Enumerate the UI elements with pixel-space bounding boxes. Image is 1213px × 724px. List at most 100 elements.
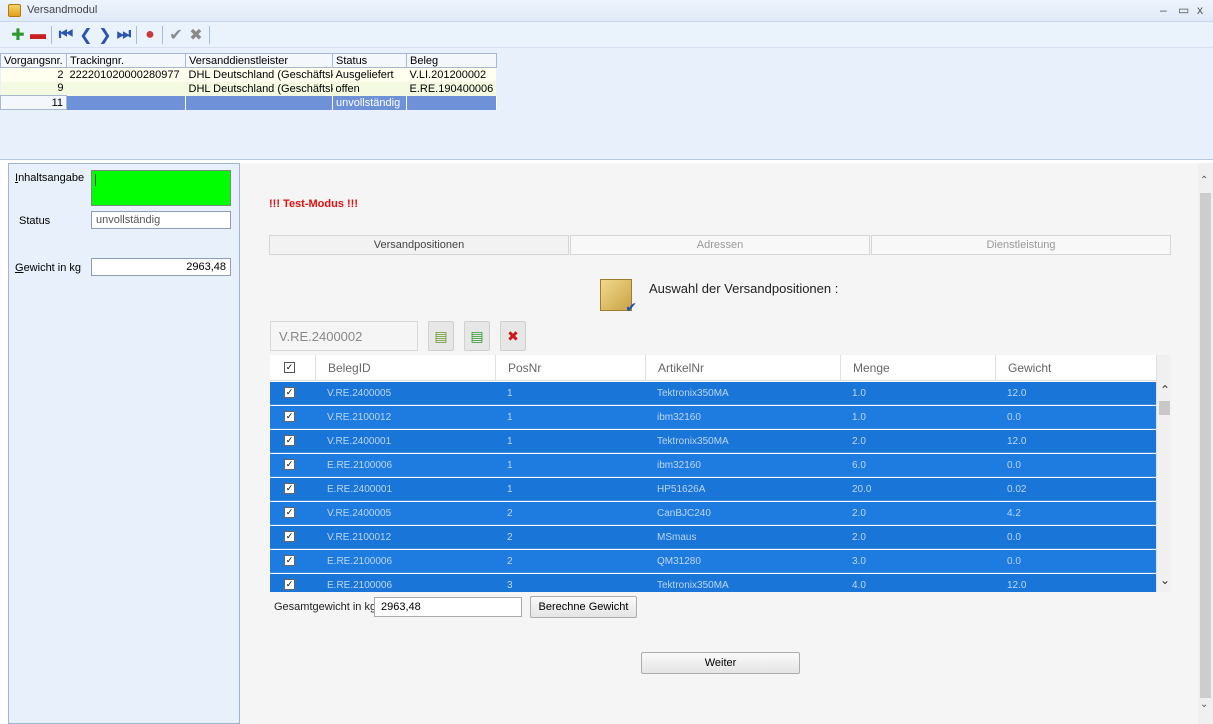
toolbar-separator: [209, 26, 210, 44]
beleg-input[interactable]: V.RE.2400002: [270, 321, 418, 351]
grid-header: ✓ BelegID PosNr ArtikelNr Menge Gewicht: [270, 355, 1156, 381]
cell-posnr: 1: [507, 388, 513, 399]
add-position-button[interactable]: ▤: [428, 321, 454, 351]
select-all-cell[interactable]: ✓: [270, 355, 315, 381]
row-checkbox[interactable]: ✓: [284, 531, 295, 542]
close-button[interactable]: x: [1197, 3, 1203, 17]
cell-artikelnr: Tektronix350MA: [657, 436, 729, 447]
column-header-trackingnr[interactable]: Trackingnr.: [66, 53, 186, 68]
scroll-thumb[interactable]: [1200, 193, 1211, 698]
prev-button[interactable]: ❮: [76, 24, 96, 46]
column-header-versanddienstleister[interactable]: Versanddienstleister: [185, 53, 333, 68]
column-header-belegid[interactable]: BelegID: [315, 355, 495, 381]
gesamtgewicht-field[interactable]: 2963,48: [374, 597, 522, 617]
grid-row[interactable]: ✓ E.RE.2400001 1 HP51626A 20.0 0.02: [270, 478, 1156, 501]
cell-gewicht: 12.0: [1007, 388, 1027, 399]
prev-icon: ❮: [79, 27, 93, 44]
grid-row[interactable]: ✓ V.RE.2100012 2 MSmaus 2.0 0.0: [270, 526, 1156, 549]
status-field[interactable]: unvollständig: [91, 211, 231, 229]
row-checkbox[interactable]: ✓: [284, 579, 295, 590]
inhaltsangabe-field[interactable]: [91, 170, 231, 206]
tab-versandpositionen[interactable]: Versandpositionen: [269, 235, 569, 255]
add-all-button[interactable]: ▤: [464, 321, 490, 351]
delete-position-button[interactable]: ✖: [500, 321, 526, 351]
detail-panel: Inhaltsangabe Status unvollständig Gewic…: [8, 163, 240, 724]
row-checkbox[interactable]: ✓: [284, 459, 295, 470]
gesamtgewicht-label: Gesamtgewicht in kg: [274, 601, 377, 613]
column-header-vorgangsnr[interactable]: Vorgangsnr.: [0, 53, 67, 68]
cell-belegid: E.RE.2100006: [327, 460, 393, 471]
cell-trackingnr: 222201020000280977: [66, 67, 186, 82]
first-button[interactable]: ⏮: [56, 24, 76, 46]
gewicht-field[interactable]: 2963,48: [91, 258, 231, 276]
cell-versanddienstleister: DHL Deutschland (Geschäftskun: [185, 81, 333, 96]
scroll-down-icon[interactable]: ⌄: [1200, 699, 1208, 710]
toolbar-separator: [136, 26, 137, 44]
column-header-artikelnr[interactable]: ArtikelNr: [645, 355, 835, 381]
cell-status: unvollständig: [332, 95, 407, 110]
next-button[interactable]: ❯: [95, 24, 115, 46]
column-header-gewicht[interactable]: Gewicht: [995, 355, 1156, 381]
toolbar: ✚ ▬ ⏮ ❮ ❯ ⏭ ● ✔ ✖: [0, 22, 1213, 48]
berechne-gewicht-button[interactable]: Berechne Gewicht: [530, 596, 637, 618]
cancel-button[interactable]: ✖: [186, 24, 206, 46]
cell-versanddienstleister: [185, 95, 333, 110]
row-checkbox[interactable]: ✓: [284, 507, 295, 518]
cell-posnr: 1: [507, 484, 513, 495]
cell-artikelnr: MSmaus: [657, 532, 697, 543]
gewicht-label: Gewicht in kg: [15, 262, 82, 274]
main-scrollbar[interactable]: ⌃ ⌄: [1198, 163, 1213, 724]
grid-row[interactable]: ✓ E.RE.2100006 3 Tektronix350MA 4.0 12.0: [270, 574, 1156, 592]
table-row-selected[interactable]: 11 unvollständig: [0, 95, 497, 110]
window-title: Versandmodul: [27, 4, 98, 16]
scroll-up-icon[interactable]: ⌃: [1160, 383, 1170, 397]
cell-artikelnr: ibm32160: [657, 412, 701, 423]
grid-row[interactable]: ✓ V.RE.2400005 1 Tektronix350MA 1.0 12.0: [270, 382, 1156, 405]
next-icon: ❯: [98, 27, 112, 44]
last-button[interactable]: ⏭: [114, 24, 134, 46]
cell-status: Ausgeliefert: [332, 67, 407, 82]
document-add-icon: ▤: [434, 327, 448, 344]
column-header-beleg[interactable]: Beleg: [406, 53, 497, 68]
column-header-menge[interactable]: Menge: [840, 355, 995, 381]
grid-row[interactable]: ✓ V.RE.2100012 1 ibm32160 1.0 0.0: [270, 406, 1156, 429]
grid-row[interactable]: ✓ V.RE.2400005 2 CanBJC240 2.0 4.2: [270, 502, 1156, 525]
weiter-button[interactable]: Weiter: [641, 652, 800, 674]
toolbar-separator: [51, 26, 52, 44]
scroll-thumb[interactable]: [1159, 401, 1170, 415]
column-header-posnr[interactable]: PosNr: [495, 355, 645, 381]
confirm-button[interactable]: ✔: [166, 24, 186, 46]
grid-row[interactable]: ✓ E.RE.2100006 2 QM31280 3.0 0.0: [270, 550, 1156, 573]
tab-adressen[interactable]: Adressen: [570, 235, 870, 255]
first-icon: ⏮: [58, 26, 74, 43]
cell-trackingnr: [66, 81, 186, 96]
grid-scrollbar[interactable]: ⌃ ⌄: [1156, 355, 1171, 592]
select-all-checkbox[interactable]: ✓: [284, 362, 295, 373]
refresh-icon: ●: [145, 26, 155, 43]
scroll-down-icon[interactable]: ⌄: [1160, 573, 1170, 587]
refresh-button[interactable]: ●: [140, 24, 160, 46]
row-checkbox[interactable]: ✓: [284, 555, 295, 566]
row-checkbox[interactable]: ✓: [284, 435, 295, 446]
tab-dienstleistung[interactable]: Dienstleistung: [871, 235, 1171, 255]
grid-row[interactable]: ✓ V.RE.2400001 1 Tektronix350MA 2.0 12.0: [270, 430, 1156, 453]
remove-button[interactable]: ▬: [28, 24, 48, 46]
section-title: Auswahl der Versandpositionen :: [649, 281, 839, 296]
row-checkbox[interactable]: ✓: [284, 483, 295, 494]
table-row[interactable]: 9 DHL Deutschland (Geschäftskun offen E.…: [0, 81, 497, 96]
cell-artikelnr: QM31280: [657, 556, 701, 567]
row-checkbox[interactable]: ✓: [284, 387, 295, 398]
minimize-button[interactable]: –: [1160, 3, 1167, 17]
column-header-status[interactable]: Status: [332, 53, 407, 68]
cell-gewicht: 12.0: [1007, 436, 1027, 447]
scroll-up-icon[interactable]: ⌃: [1200, 175, 1208, 186]
cell-menge: 20.0: [852, 484, 872, 495]
cell-belegid: V.RE.2100012: [327, 532, 392, 543]
table-row[interactable]: 2 222201020000280977 DHL Deutschland (Ge…: [0, 67, 497, 82]
row-checkbox[interactable]: ✓: [284, 411, 295, 422]
maximize-button[interactable]: ▭: [1178, 3, 1189, 17]
add-button[interactable]: ✚: [8, 24, 28, 46]
grid-row[interactable]: ✓ E.RE.2100006 1 ibm32160 6.0 0.0: [270, 454, 1156, 477]
cell-posnr: 3: [507, 580, 513, 591]
text-caret: [95, 174, 96, 186]
